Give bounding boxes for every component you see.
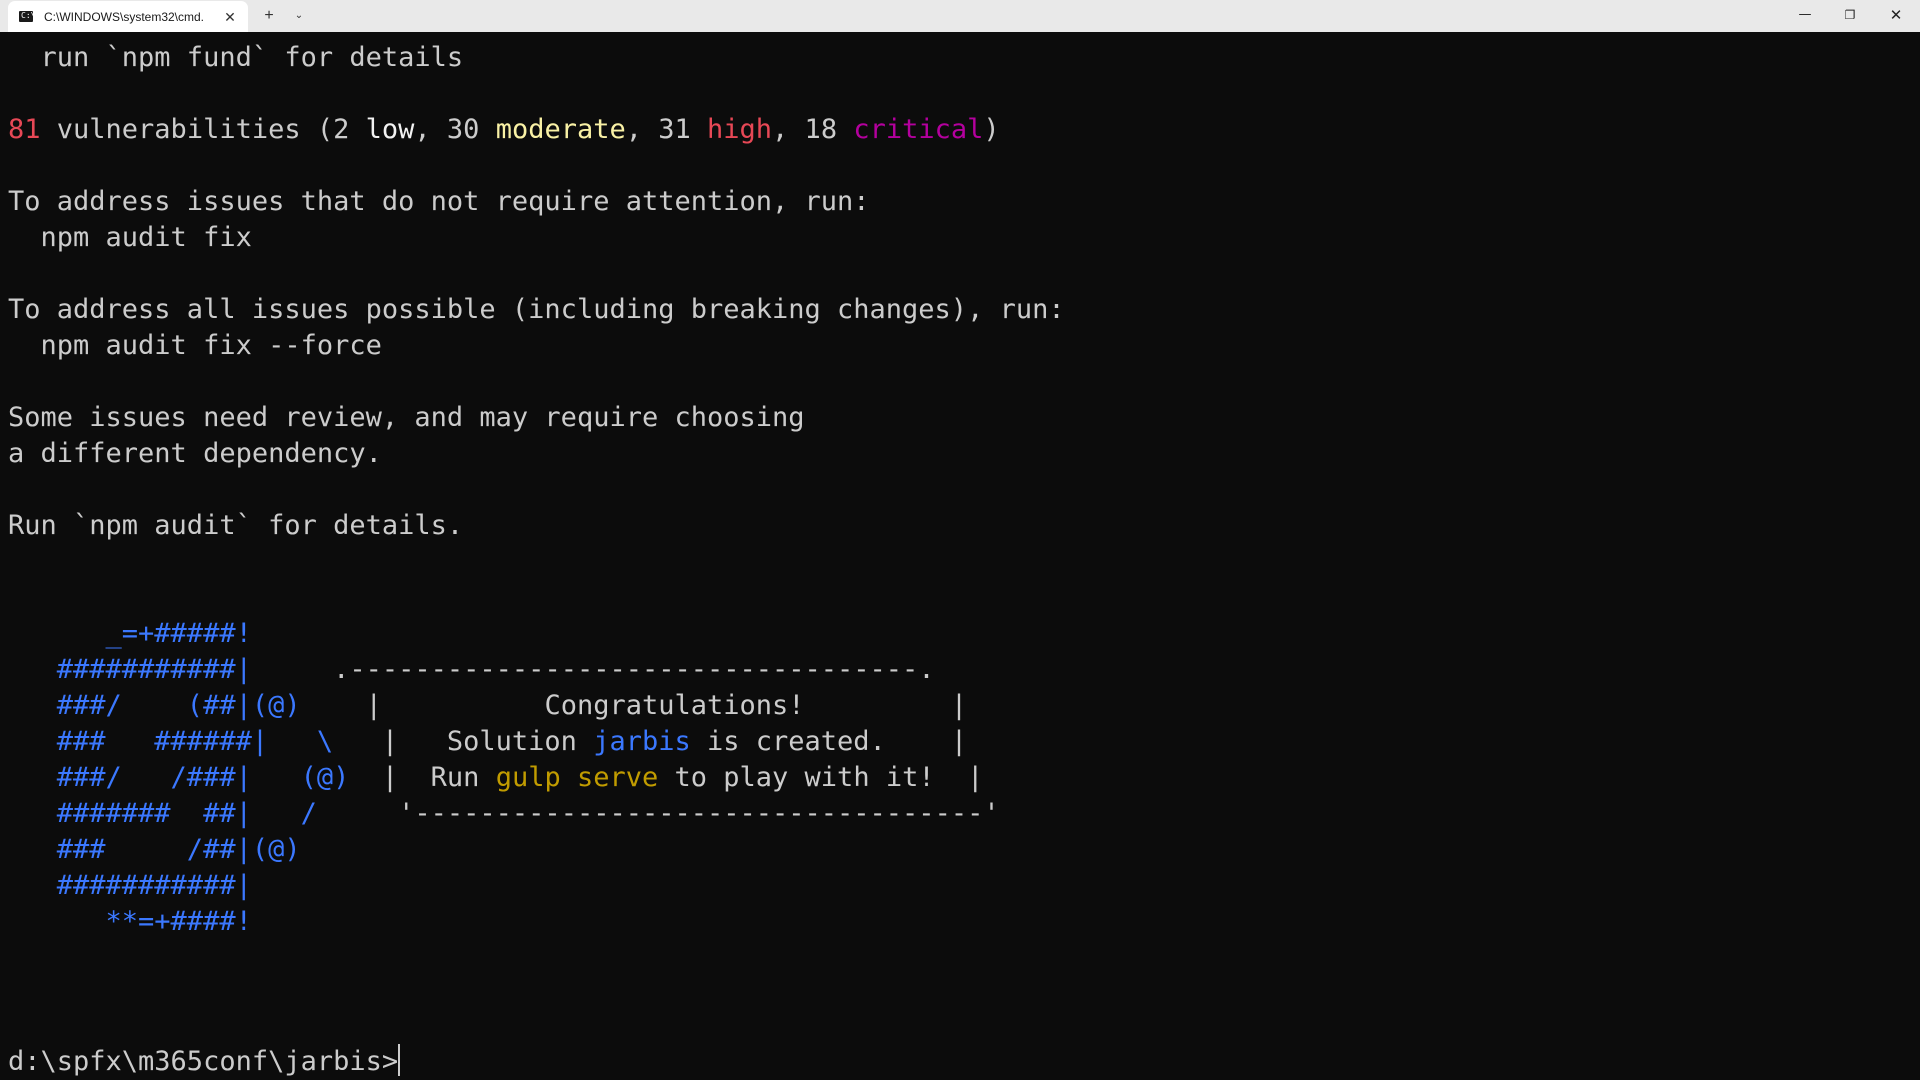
message-congratulations: | Congratulations! | <box>300 690 968 721</box>
ascii-logo: _=+#####! <box>8 618 252 649</box>
new-tab-button[interactable]: + <box>258 6 280 26</box>
gulp-serve-command: gulp serve <box>495 762 659 793</box>
prompt-path: d:\spfx\m365conf\jarbis> <box>8 1046 399 1077</box>
ascii-logo: ###########| <box>8 870 252 901</box>
ascii-logo: ####### ##| / <box>8 798 317 829</box>
title-bar: C:\ C:\WINDOWS\system32\cmd. ✕ + ⌄ — ❐ ✕ <box>0 0 1920 32</box>
terminal-output[interactable]: run `npm fund` for details 81 vulnerabil… <box>0 32 1920 1080</box>
message-box-top: .-----------------------------------. <box>251 654 935 685</box>
ascii-logo: ###########| <box>8 654 252 685</box>
vuln-text: , 31 <box>625 114 708 145</box>
ascii-art-line: **=+####! <box>8 904 252 940</box>
tab-close-icon[interactable]: ✕ <box>220 7 240 27</box>
tab-dropdown-icon[interactable]: ⌄ <box>288 6 310 26</box>
review-line-1: Some issues need review, and may require… <box>8 402 805 433</box>
ascii-art-line: ###/ (##|(@) | Congratulations! | <box>8 688 967 724</box>
vuln-total: 81 <box>8 114 41 145</box>
vuln-low: low <box>365 114 415 145</box>
message-box-bottom: '-----------------------------------' <box>316 798 1000 829</box>
message-text: to play with it! | <box>658 762 984 793</box>
force-command: npm audit fix --force <box>8 330 382 361</box>
review-line-2: a different dependency. <box>8 438 382 469</box>
ascii-logo: ### /##|(@) <box>8 834 301 865</box>
tab-title: C:\WINDOWS\system32\cmd. <box>44 10 205 24</box>
ascii-art-line: ### ######| \ | Solution jarbis is creat… <box>8 724 967 760</box>
close-button[interactable]: ✕ <box>1873 0 1919 30</box>
run-audit-line: Run `npm audit` for details. <box>8 510 464 541</box>
ascii-art-line: ###########| <box>8 868 252 904</box>
ascii-art-line: ####### ##| / '-------------------------… <box>8 796 1000 832</box>
message-text: | Run <box>349 762 496 793</box>
audit-intro: To address issues that do not require at… <box>8 186 870 217</box>
ascii-logo: ###/ (##|(@) <box>8 690 301 721</box>
solution-name: jarbis <box>593 726 691 757</box>
ascii-logo: ###/ /###| (@) <box>8 762 350 793</box>
vuln-text: , 30 <box>414 114 496 145</box>
vuln-text: vulnerabilities (2 <box>40 114 366 145</box>
ascii-art-line: _=+#####! <box>8 616 252 652</box>
cmd-icon-glyph: C:\ <box>21 11 36 20</box>
cmd-icon: C:\ <box>19 11 36 22</box>
ascii-art-line: ###########| .--------------------------… <box>8 652 935 688</box>
force-intro: To address all issues possible (includin… <box>8 294 1065 325</box>
vuln-moderate: moderate <box>495 114 626 145</box>
minimize-button[interactable]: — <box>1782 0 1828 30</box>
message-text: | Solution <box>333 726 594 757</box>
ascii-logo: **=+####! <box>8 906 252 937</box>
maximize-button[interactable]: ❐ <box>1827 0 1873 30</box>
vulnerability-summary: 81 vulnerabilities (2 low, 30 moderate, … <box>8 112 1000 148</box>
text-cursor <box>398 1044 401 1076</box>
audit-command: npm audit fix <box>8 222 252 253</box>
ascii-logo: ### ######| \ <box>8 726 334 757</box>
ascii-art-line: ###/ /###| (@) | Run gulp serve to play … <box>8 760 984 796</box>
tab-cmd[interactable]: C:\ C:\WINDOWS\system32\cmd. ✕ <box>8 1 248 32</box>
vuln-text: , 18 <box>772 114 854 145</box>
fund-line: run `npm fund` for details <box>8 42 464 73</box>
ascii-art-line: ### /##|(@) <box>8 832 301 868</box>
vuln-text: ) <box>983 114 1000 145</box>
vuln-high: high <box>707 114 773 145</box>
command-prompt[interactable]: d:\spfx\m365conf\jarbis> <box>8 1044 401 1080</box>
vuln-critical: critical <box>853 114 984 145</box>
terminal-window: C:\ C:\WINDOWS\system32\cmd. ✕ + ⌄ — ❐ ✕… <box>0 0 1920 1080</box>
message-text: is created. | <box>690 726 968 757</box>
